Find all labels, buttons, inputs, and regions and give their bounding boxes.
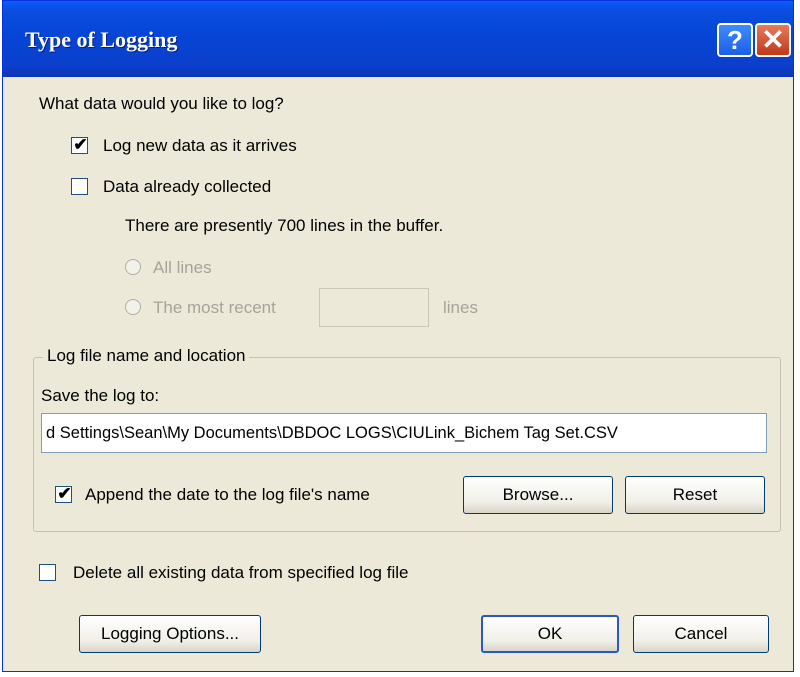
- buffer-info-text: There are presently 700 lines in the buf…: [125, 216, 444, 235]
- data-already-collected-checkbox[interactable]: [71, 178, 88, 195]
- log-file-path-value: d Settings\Sean\My Documents\DBDOC LOGS\…: [46, 424, 618, 442]
- logging-options-button[interactable]: Logging Options...: [79, 615, 261, 653]
- delete-existing-checkbox[interactable]: [39, 564, 56, 581]
- type-of-logging-dialog: Type of Logging ? ✕ What data would you …: [2, 0, 794, 672]
- append-date-checkbox[interactable]: ✔: [55, 484, 72, 503]
- reset-button[interactable]: Reset: [625, 476, 765, 514]
- question-mark-icon: ?: [727, 25, 743, 55]
- most-recent-label[interactable]: The most recent: [153, 298, 276, 318]
- browse-button[interactable]: Browse...: [463, 476, 613, 514]
- log-new-data-checkbox[interactable]: ✔: [71, 135, 88, 154]
- append-date-label[interactable]: Append the date to the log file's name: [85, 485, 370, 505]
- title-bar[interactable]: Type of Logging ? ✕: [3, 1, 793, 77]
- lines-suffix-label: lines: [443, 298, 478, 317]
- log-new-data-label[interactable]: Log new data as it arrives: [103, 136, 297, 156]
- log-file-group-label: Log file name and location: [43, 346, 250, 366]
- cancel-button[interactable]: Cancel: [633, 615, 769, 653]
- delete-existing-label[interactable]: Delete all existing data from specified …: [73, 563, 408, 583]
- save-log-to-label: Save the log to:: [41, 386, 160, 405]
- dialog-title: Type of Logging: [25, 27, 178, 52]
- ok-button[interactable]: OK: [481, 615, 619, 653]
- question-label: What data would you like to log?: [39, 94, 284, 113]
- checkmark-icon: ✔: [73, 135, 88, 154]
- help-button[interactable]: ?: [717, 23, 753, 57]
- all-lines-radio[interactable]: [125, 259, 141, 275]
- data-already-collected-label[interactable]: Data already collected: [103, 177, 271, 197]
- most-recent-lines-input[interactable]: [319, 288, 429, 327]
- log-file-path-input[interactable]: d Settings\Sean\My Documents\DBDOC LOGS\…: [41, 413, 767, 453]
- close-icon: ✕: [761, 24, 785, 55]
- all-lines-label[interactable]: All lines: [153, 258, 212, 278]
- most-recent-radio[interactable]: [125, 299, 141, 315]
- checkmark-icon: ✔: [57, 484, 72, 503]
- close-button[interactable]: ✕: [755, 23, 791, 57]
